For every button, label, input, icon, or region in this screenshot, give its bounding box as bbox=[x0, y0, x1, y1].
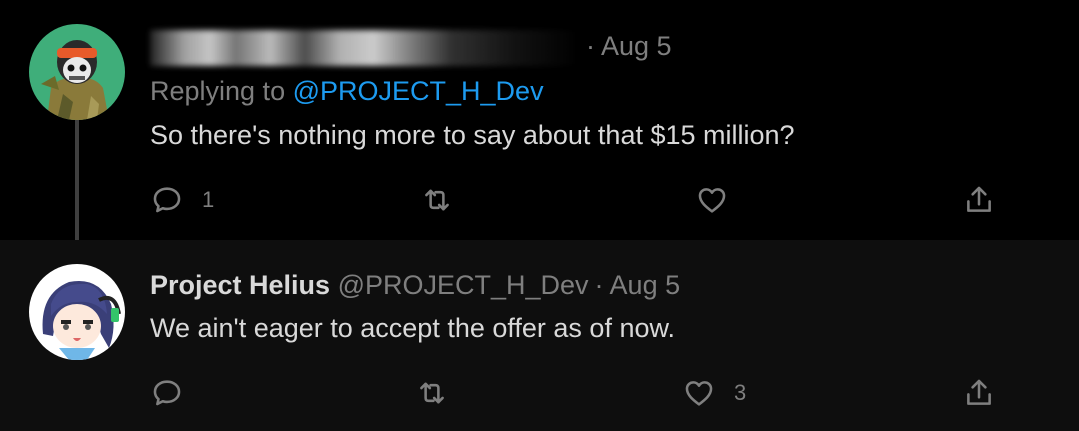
share-button[interactable] bbox=[962, 373, 996, 413]
tweet-actions: 1 bbox=[150, 180, 1010, 220]
heart-icon bbox=[698, 188, 726, 213]
tweet-date[interactable]: Aug 5 bbox=[601, 31, 672, 61]
reply-icon bbox=[153, 187, 181, 213]
reply-icon bbox=[153, 380, 181, 406]
like-button[interactable]: 3 bbox=[682, 373, 746, 413]
reply-button[interactable] bbox=[150, 373, 202, 413]
tweet-date[interactable]: Aug 5 bbox=[610, 270, 681, 300]
tweet-1[interactable]: · Aug 5 Replying to @PROJECT_H_Dev So the… bbox=[0, 0, 1079, 255]
retweet-icon bbox=[425, 189, 449, 211]
tweet-text: We ain't eager to accept the offer as of… bbox=[150, 313, 675, 343]
reply-button[interactable]: 1 bbox=[150, 180, 214, 220]
tweet-2[interactable]: Project Helius @PROJECT_H_Dev · Aug 5 We a… bbox=[0, 240, 1079, 431]
separator-dot: · bbox=[586, 31, 595, 62]
replying-to: Replying to @PROJECT_H_Dev bbox=[150, 76, 544, 107]
author-name[interactable]: Project Helius bbox=[150, 270, 330, 300]
author-name-redacted bbox=[150, 30, 580, 66]
retweet-button[interactable] bbox=[420, 180, 472, 220]
retweet-button[interactable] bbox=[415, 373, 467, 413]
replying-prefix: Replying to bbox=[150, 76, 286, 106]
retweet-icon bbox=[420, 382, 444, 404]
share-button[interactable] bbox=[962, 180, 996, 220]
tweet-header: Project Helius @PROJECT_H_Dev · Aug 5 bbox=[150, 270, 680, 301]
replying-handle-link[interactable]: @PROJECT_H_Dev bbox=[293, 76, 544, 106]
heart-icon bbox=[685, 381, 713, 406]
avatar[interactable] bbox=[29, 264, 125, 360]
like-button[interactable] bbox=[695, 180, 747, 220]
avatar[interactable] bbox=[29, 24, 125, 120]
separator-dot: · bbox=[594, 270, 604, 300]
tweet-text: So there's nothing more to say about tha… bbox=[150, 120, 795, 150]
like-count: 3 bbox=[734, 380, 747, 405]
share-icon bbox=[967, 186, 991, 212]
share-icon bbox=[967, 379, 991, 405]
author-handle[interactable]: @PROJECT_H_Dev bbox=[338, 270, 589, 300]
tweet-header: · Aug 5 bbox=[150, 30, 672, 66]
reply-count: 1 bbox=[202, 187, 215, 212]
thread-line bbox=[75, 120, 79, 255]
tweet-actions: 3 bbox=[150, 373, 1010, 413]
